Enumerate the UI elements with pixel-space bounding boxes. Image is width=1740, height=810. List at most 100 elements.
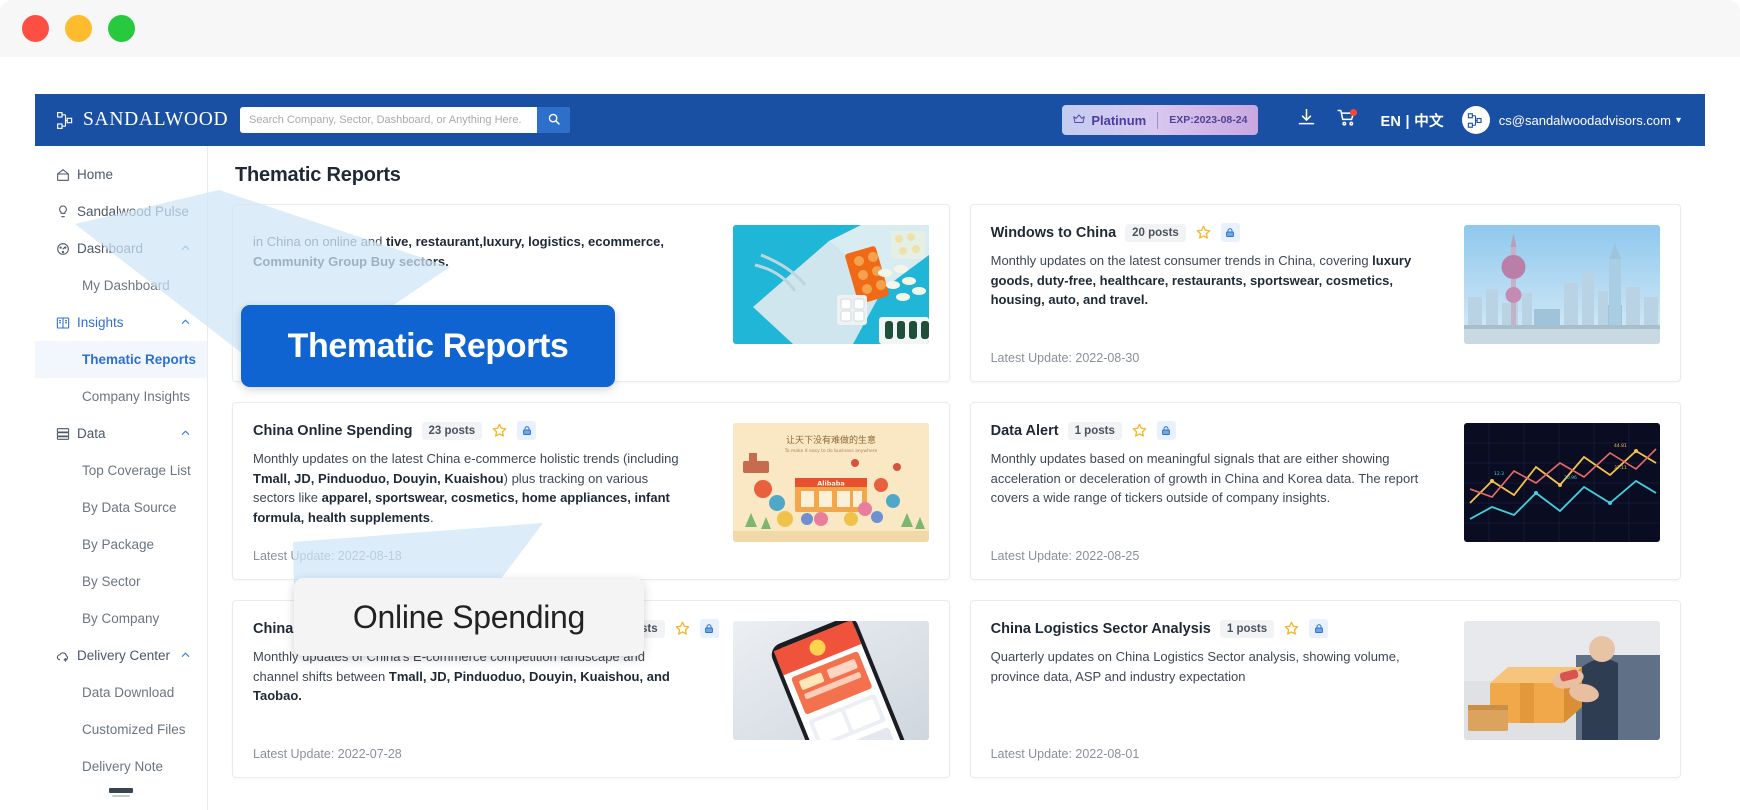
- callout-1-label: Thematic Reports: [287, 326, 569, 365]
- sidebar: Home Sandalwood Pulse Dashboard My Dashboar…: [35, 146, 208, 810]
- sidebar-item-by-package[interactable]: By Package: [35, 526, 207, 563]
- lock-icon[interactable]: [1220, 223, 1240, 242]
- account-menu[interactable]: cs@sandalwoodadvisors.com ▾: [1461, 106, 1681, 134]
- sidebar-item-thematic-reports[interactable]: Thematic Reports: [35, 341, 207, 378]
- card-latest-update: Latest Update: 2022-08-25: [990, 549, 1140, 563]
- search-input[interactable]: [240, 107, 537, 133]
- cart-button[interactable]: [1326, 102, 1366, 138]
- sidebar-item-label: By Company: [82, 611, 160, 626]
- sidebar-item-top-coverage-list[interactable]: Top Coverage List: [35, 452, 207, 489]
- sidebar-item-label: Thematic Reports: [82, 352, 197, 367]
- svg-text:让天下没有难做的生意: 让天下没有难做的生意: [786, 434, 876, 446]
- sidebar-item-by-data-source[interactable]: By Data Source: [35, 489, 207, 526]
- svg-text:44.81: 44.81: [1614, 443, 1627, 449]
- sidebar-item-data[interactable]: Data: [35, 415, 207, 452]
- card-latest-update: Latest Update: 2022-08-18: [253, 549, 402, 563]
- data-stack-icon: [55, 426, 77, 442]
- plan-name-label: Platinum: [1091, 112, 1147, 128]
- card-latest-update: Latest Update: 2022-08-01: [990, 747, 1140, 761]
- sidebar-item-label: Delivery Note: [82, 759, 164, 774]
- card-desc-highlight: Tmall, JD, Pinduoduo, Douyin, Kuaishou: [253, 470, 504, 486]
- search-bar[interactable]: [240, 107, 570, 133]
- sidebar-item-data-download[interactable]: Data Download: [35, 674, 207, 711]
- star-icon[interactable]: [1195, 224, 1212, 241]
- card-thumbnail: 让天下没有难做的生意 To make it easy to do business…: [732, 423, 929, 542]
- sidebar-item-delivery-note[interactable]: Delivery Note: [35, 748, 207, 785]
- report-card-grid: in China on online and tive, restaurant,…: [232, 204, 1681, 778]
- card-desc-highlight: tive, restaurant,: [386, 234, 483, 249]
- sidebar-collapse-icon[interactable]: [108, 788, 134, 798]
- card-title: China Logistics Sector Analysis: [990, 620, 1211, 637]
- language-switcher[interactable]: EN | 中文: [1380, 110, 1443, 131]
- avatar: [1461, 106, 1490, 134]
- page-title: Thematic Reports: [235, 164, 401, 186]
- svg-text:20.96: 20.96: [1564, 475, 1577, 481]
- report-card[interactable]: Data Alert 1 posts Monthly updates based o…: [969, 402, 1681, 580]
- card-latest-update: Latest Update: 2022-07-28: [253, 747, 402, 761]
- lock-icon[interactable]: [699, 619, 719, 638]
- lock-icon[interactable]: [1156, 421, 1176, 440]
- card-description: Monthly updates based on meaningful sign…: [991, 449, 1421, 508]
- star-icon[interactable]: [1131, 422, 1148, 439]
- card-header: Data Alert 1 posts: [991, 421, 1450, 440]
- chevron-up-icon[interactable]: [180, 316, 191, 329]
- sidebar-item-label: Data: [77, 426, 106, 441]
- post-count-badge: 1 posts: [1219, 619, 1275, 638]
- close-window-button[interactable]: [22, 15, 49, 42]
- chevron-up-icon[interactable]: [180, 242, 191, 255]
- minimize-window-button[interactable]: [65, 15, 92, 42]
- chevron-up-icon[interactable]: [180, 649, 191, 662]
- top-navigation-bar: SANDALWOOD Search Company, Sector, Dashb…: [35, 94, 1705, 146]
- maximize-window-button[interactable]: [108, 15, 135, 42]
- sidebar-item-company-insights[interactable]: Company Insights: [35, 378, 207, 415]
- post-count-badge: 20 posts: [1125, 223, 1186, 242]
- chevron-up-icon[interactable]: [180, 427, 191, 440]
- chevron-down-icon: ▾: [1675, 114, 1681, 126]
- plan-expiry-label: EXP:2023-08-24: [1169, 114, 1248, 126]
- star-icon[interactable]: [674, 620, 691, 637]
- sidebar-item-by-company[interactable]: By Company: [35, 600, 207, 637]
- sidebar-item-label: Customized Files: [82, 722, 186, 737]
- callout-thematic-reports: Thematic Reports: [241, 305, 615, 387]
- sidebar-item-customized-files[interactable]: Customized Files: [35, 711, 207, 748]
- home-icon: [55, 167, 77, 183]
- card-header: China Logistics Sector Analysis 1 posts: [991, 619, 1450, 638]
- sidebar-item-home[interactable]: Home: [35, 156, 207, 193]
- crown-icon: [1072, 112, 1086, 129]
- sidebar-item-dashboard[interactable]: Dashboard: [35, 230, 207, 267]
- sidebar-item-my-dashboard[interactable]: My Dashboard: [35, 267, 207, 304]
- lock-icon[interactable]: [517, 421, 537, 440]
- card-body: China Logistics Sector Analysis 1 posts Qu…: [991, 619, 1450, 777]
- lock-icon[interactable]: [1309, 619, 1329, 638]
- search-button[interactable]: [537, 107, 570, 133]
- report-card[interactable]: China Online Spending 23 posts Monthly upd…: [232, 402, 950, 580]
- card-header: China Online Spending 23 posts: [253, 421, 719, 440]
- card-title: Data Alert: [990, 422, 1059, 439]
- sidebar-item-label: My Dashboard: [82, 278, 170, 293]
- card-latest-update: Latest Update: 2022-08-30: [990, 351, 1140, 365]
- card-desc-text: in China on online and: [253, 234, 386, 249]
- sidebar-item-label: Insights: [77, 315, 124, 330]
- sidebar-item-label: Data Download: [82, 685, 175, 700]
- sidebar-item-sandalwood-pulse[interactable]: Sandalwood Pulse: [35, 193, 207, 230]
- report-card[interactable]: Windows to China 20 posts Monthly updates …: [969, 204, 1681, 382]
- sandalwood-logo-icon: [55, 110, 76, 131]
- search-icon: [547, 112, 561, 129]
- card-desc-text: Monthly updates on the latest China e-co…: [253, 451, 679, 466]
- brand-logo[interactable]: SANDALWOOD: [55, 109, 230, 131]
- card-description: Quarterly updates on China Logistics Sec…: [991, 647, 1421, 686]
- sidebar-item-label: Sandalwood Pulse: [77, 204, 189, 219]
- report-card[interactable]: China Logistics Sector Analysis 1 posts Qu…: [969, 600, 1681, 778]
- sidebar-item-delivery-center[interactable]: Delivery Center: [35, 637, 207, 674]
- svg-text:To make it easy to do business: To make it easy to do business anywhere: [783, 448, 877, 454]
- download-button[interactable]: [1286, 102, 1326, 138]
- star-icon[interactable]: [1283, 620, 1300, 637]
- collapse-bar-bottom: [112, 795, 130, 797]
- star-icon[interactable]: [491, 422, 508, 439]
- plan-badge[interactable]: Platinum EXP:2023-08-24: [1062, 105, 1259, 135]
- svg-text:Alibaba: Alibaba: [817, 480, 845, 488]
- sidebar-item-insights[interactable]: Insights: [35, 304, 207, 341]
- brand-name: SANDALWOOD: [83, 109, 229, 130]
- sidebar-item-by-sector[interactable]: By Sector: [35, 563, 207, 600]
- insights-book-icon: [55, 315, 77, 331]
